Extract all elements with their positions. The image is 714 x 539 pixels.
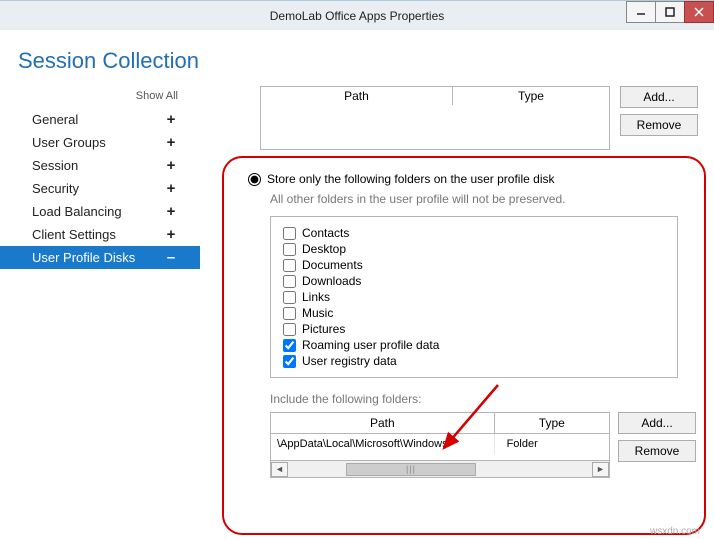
nav-label: Session bbox=[32, 158, 78, 173]
nav-item-general[interactable]: General + bbox=[0, 108, 200, 131]
window-controls bbox=[627, 1, 714, 23]
include-row-path: \AppData\Local\Microsoft\Windows bbox=[271, 434, 494, 455]
expand-icon: + bbox=[164, 226, 178, 243]
include-remove-button[interactable]: Remove bbox=[618, 440, 696, 462]
include-folders-label: Include the following folders: bbox=[270, 392, 698, 406]
checkbox[interactable] bbox=[283, 259, 296, 272]
include-col-path[interactable]: Path bbox=[271, 413, 494, 434]
maximize-button[interactable] bbox=[655, 1, 685, 23]
scroll-right-button[interactable]: ► bbox=[592, 462, 609, 477]
folder-checkbox-downloads[interactable]: Downloads bbox=[283, 273, 665, 289]
folder-checkbox-documents[interactable]: Documents bbox=[283, 257, 665, 273]
checkbox-label: Contacts bbox=[302, 226, 349, 240]
include-col-type[interactable]: Type bbox=[494, 413, 609, 434]
column-header-path[interactable]: Path bbox=[261, 87, 452, 105]
checkbox[interactable] bbox=[283, 339, 296, 352]
checkbox[interactable] bbox=[283, 307, 296, 320]
checkbox-label: Music bbox=[302, 306, 333, 320]
include-row[interactable]: \AppData\Local\Microsoft\Windows Folder bbox=[271, 434, 609, 455]
nav-label: Client Settings bbox=[32, 227, 116, 242]
title-bar: DemoLab Office Apps Properties bbox=[0, 0, 714, 30]
scroll-thumb[interactable]: ||| bbox=[346, 463, 476, 476]
folder-checkbox-contacts[interactable]: Contacts bbox=[283, 225, 665, 241]
store-only-note: All other folders in the user profile wi… bbox=[270, 192, 698, 206]
checkbox[interactable] bbox=[283, 291, 296, 304]
sidebar: Session Collection Show All General+User… bbox=[0, 30, 200, 539]
checkbox[interactable] bbox=[283, 243, 296, 256]
folder-checkbox-pictures[interactable]: Pictures bbox=[283, 321, 665, 337]
expand-icon: + bbox=[164, 134, 178, 151]
nav-item-client-settings[interactable]: Client Settings + bbox=[0, 223, 200, 246]
checkbox[interactable] bbox=[283, 323, 296, 336]
column-header-type[interactable]: Type bbox=[452, 87, 609, 105]
folder-checkbox-desktop[interactable]: Desktop bbox=[283, 241, 665, 257]
include-add-button[interactable]: Add... bbox=[618, 412, 696, 434]
exclude-buttons: Add... Remove bbox=[620, 86, 698, 136]
checkbox[interactable] bbox=[283, 355, 296, 368]
folder-checkbox-music[interactable]: Music bbox=[283, 305, 665, 321]
expand-icon: + bbox=[164, 157, 178, 174]
close-button[interactable] bbox=[684, 1, 714, 23]
expand-icon: – bbox=[164, 249, 178, 266]
exclude-folders-table: Path Type bbox=[260, 86, 610, 150]
nav-item-user-profile-disks[interactable]: User Profile Disks – bbox=[0, 246, 200, 269]
include-folders-table: Path Type \AppData\Local\Microsoft\Windo… bbox=[270, 412, 610, 478]
window-title: DemoLab Office Apps Properties bbox=[270, 9, 445, 23]
checkbox-label: Pictures bbox=[302, 322, 345, 336]
nav-item-session[interactable]: Session + bbox=[0, 154, 200, 177]
expand-icon: + bbox=[164, 203, 178, 220]
watermark: wsxdn.com bbox=[650, 526, 700, 537]
horizontal-scrollbar[interactable]: ◄ ||| ► bbox=[271, 460, 609, 477]
include-buttons: Add... Remove bbox=[618, 412, 696, 478]
store-only-radio-row[interactable]: Store only the following folders on the … bbox=[248, 172, 698, 186]
exclude-table-body[interactable] bbox=[261, 105, 609, 149]
folder-checklist: Contacts Desktop Documents Downloads Links Mu… bbox=[270, 216, 678, 378]
nav-label: User Profile Disks bbox=[32, 250, 135, 265]
show-all-link[interactable]: Show All bbox=[0, 90, 200, 108]
exclude-add-button[interactable]: Add... bbox=[620, 86, 698, 108]
checkbox[interactable] bbox=[283, 275, 296, 288]
nav-label: Load Balancing bbox=[32, 204, 122, 219]
expand-icon: + bbox=[164, 180, 178, 197]
include-row-type: Folder bbox=[494, 434, 609, 455]
minimize-button[interactable] bbox=[626, 1, 656, 23]
checkbox-label: Documents bbox=[302, 258, 363, 272]
nav-item-load-balancing[interactable]: Load Balancing + bbox=[0, 200, 200, 223]
nav-label: Security bbox=[32, 181, 79, 196]
nav-label: General bbox=[32, 112, 78, 127]
expand-icon: + bbox=[164, 111, 178, 128]
checkbox-label: User registry data bbox=[302, 354, 397, 368]
nav-item-user-groups[interactable]: User Groups + bbox=[0, 131, 200, 154]
checkbox-label: Desktop bbox=[302, 242, 346, 256]
checkbox-label: Downloads bbox=[302, 274, 361, 288]
scroll-left-button[interactable]: ◄ bbox=[271, 462, 288, 477]
store-only-radio[interactable] bbox=[248, 173, 261, 186]
folder-checkbox-roaming-user-profile-data[interactable]: Roaming user profile data bbox=[283, 337, 665, 353]
folder-checkbox-user-registry-data[interactable]: User registry data bbox=[283, 353, 665, 369]
checkbox-label: Roaming user profile data bbox=[302, 338, 439, 352]
nav-label: User Groups bbox=[32, 135, 106, 150]
folder-checkbox-links[interactable]: Links bbox=[283, 289, 665, 305]
page-title: Session Collection bbox=[0, 48, 200, 90]
checkbox-label: Links bbox=[302, 290, 330, 304]
nav-item-security[interactable]: Security + bbox=[0, 177, 200, 200]
checkbox[interactable] bbox=[283, 227, 296, 240]
store-only-label: Store only the following folders on the … bbox=[267, 172, 555, 186]
exclude-remove-button[interactable]: Remove bbox=[620, 114, 698, 136]
